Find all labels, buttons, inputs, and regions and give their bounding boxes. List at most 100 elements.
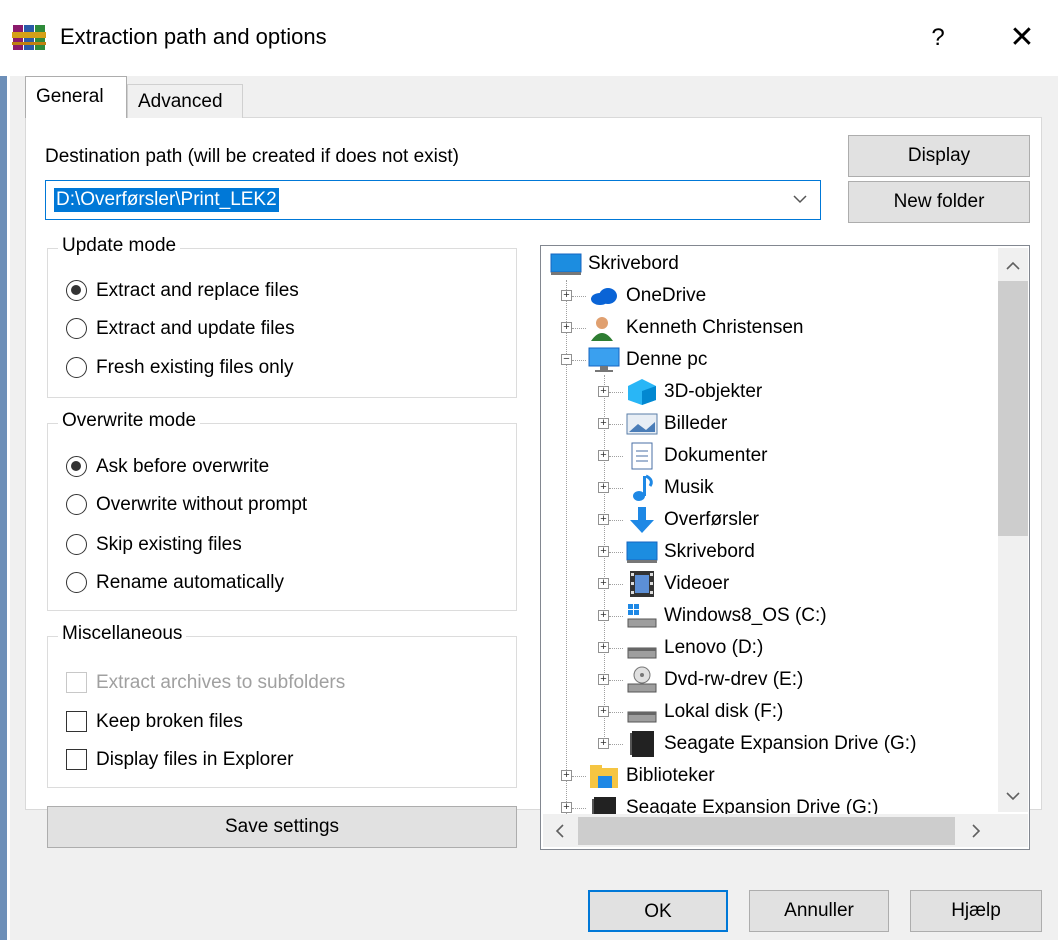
save-settings-button[interactable]: Save settings xyxy=(47,806,517,848)
tree-horizontal-scroll-thumb[interactable] xyxy=(578,817,955,845)
tree-node[interactable]: 3D-objekter xyxy=(626,376,762,408)
tree-line xyxy=(572,296,586,297)
expand-icon[interactable]: + xyxy=(561,322,572,333)
radio-label[interactable]: Skip existing files xyxy=(96,534,242,556)
tree-node-label[interactable]: Lenovo (D:) xyxy=(664,637,763,658)
radio-ask-before-overwrite[interactable] xyxy=(66,456,87,477)
tree-node-label[interactable]: Musik xyxy=(664,477,714,498)
radio-skip-existing[interactable] xyxy=(66,534,87,555)
tree-line xyxy=(609,488,623,489)
cancel-button[interactable]: Annuller xyxy=(749,890,889,932)
tree-node[interactable]: Skrivebord xyxy=(626,536,755,568)
tree-line xyxy=(609,424,623,425)
tree-node[interactable]: Seagate Expansion Drive (G:) xyxy=(626,728,916,760)
radio-label[interactable]: Fresh existing files only xyxy=(96,357,293,379)
tree-node-label[interactable]: Windows8_OS (C:) xyxy=(664,605,827,626)
tree-line xyxy=(609,744,623,745)
cube-icon xyxy=(626,378,658,406)
scroll-down-icon[interactable] xyxy=(998,784,1028,810)
radio-label[interactable]: Ask before overwrite xyxy=(96,456,269,478)
checkbox-label[interactable]: Keep broken files xyxy=(96,711,243,733)
help-icon[interactable]: ? xyxy=(918,18,958,58)
expand-icon[interactable]: + xyxy=(598,674,609,685)
radio-extract-replace[interactable] xyxy=(66,280,87,301)
checkbox-label[interactable]: Display files in Explorer xyxy=(96,749,293,771)
tree-node[interactable]: Dokumenter xyxy=(626,440,768,472)
radio-label[interactable]: Rename automatically xyxy=(96,572,284,594)
tree-node-label[interactable]: Overførsler xyxy=(664,509,759,530)
tree-line xyxy=(572,360,586,361)
tree-node-label[interactable]: Skrivebord xyxy=(664,541,755,562)
tab-advanced[interactable]: Advanced xyxy=(127,84,243,118)
tree-vertical-scroll-thumb[interactable] xyxy=(998,281,1028,536)
expand-icon[interactable]: + xyxy=(598,738,609,749)
destination-path-value[interactable]: D:\Overførsler\Print_LEK2 xyxy=(54,188,279,212)
checkbox-keep-broken[interactable] xyxy=(66,711,87,732)
scroll-right-icon[interactable] xyxy=(962,817,990,845)
expand-icon[interactable]: + xyxy=(598,610,609,621)
expand-icon[interactable]: + xyxy=(598,578,609,589)
tree-line xyxy=(609,680,623,681)
tree-node-label[interactable]: Videoer xyxy=(664,573,729,594)
tree-node-label[interactable]: Seagate Expansion Drive (G:) xyxy=(664,733,916,754)
tree-node-label[interactable]: Dokumenter xyxy=(664,445,768,466)
tree-node[interactable]: Musik xyxy=(626,472,714,504)
tree-node[interactable]: Seagate Expansion Drive (G:) xyxy=(588,792,878,814)
close-icon[interactable]: ✕ xyxy=(1000,18,1044,58)
expand-icon[interactable]: + xyxy=(561,802,572,813)
radio-label[interactable]: Overwrite without prompt xyxy=(96,494,307,516)
tree-node[interactable]: Dvd-rw-drev (E:) xyxy=(626,664,803,696)
tree-node-label[interactable]: Seagate Expansion Drive (G:) xyxy=(626,797,878,814)
scroll-left-icon[interactable] xyxy=(546,817,574,845)
new-folder-button[interactable]: New folder xyxy=(848,181,1030,223)
expand-icon[interactable]: + xyxy=(561,290,572,301)
collapse-icon[interactable]: − xyxy=(561,354,572,365)
tree-node-label[interactable]: Kenneth Christensen xyxy=(626,317,803,338)
tree-node-label[interactable]: 3D-objekter xyxy=(664,381,762,402)
tree-node-label[interactable]: Dvd-rw-drev (E:) xyxy=(664,669,803,690)
tree-line xyxy=(572,808,586,809)
ok-button[interactable]: OK xyxy=(588,890,728,932)
tree-line xyxy=(609,520,623,521)
tree-node[interactable]: Overførsler xyxy=(626,504,759,536)
tree-node-label[interactable]: Denne pc xyxy=(626,349,707,370)
tree-node[interactable]: Kenneth Christensen xyxy=(588,312,803,344)
tree-node[interactable]: Billeder xyxy=(626,408,727,440)
expand-icon[interactable]: + xyxy=(598,418,609,429)
tree-node[interactable]: OneDrive xyxy=(588,280,706,312)
help-button[interactable]: Hjælp xyxy=(910,890,1042,932)
expand-icon[interactable]: + xyxy=(598,706,609,717)
radio-fresh-existing[interactable] xyxy=(66,357,87,378)
tree-node-label[interactable]: Billeder xyxy=(664,413,727,434)
radio-label[interactable]: Extract and replace files xyxy=(96,280,299,302)
radio-label[interactable]: Extract and update files xyxy=(96,318,295,340)
expand-icon[interactable]: + xyxy=(598,450,609,461)
tree-node-label[interactable]: OneDrive xyxy=(626,285,706,306)
radio-extract-update[interactable] xyxy=(66,318,87,339)
checkbox-display-in-explorer[interactable] xyxy=(66,749,87,770)
chevron-down-icon[interactable] xyxy=(790,185,810,215)
tree-node-label[interactable]: Lokal disk (F:) xyxy=(664,701,783,722)
display-button[interactable]: Display xyxy=(848,135,1030,177)
tree-node[interactable]: Biblioteker xyxy=(588,760,715,792)
tree-node-label[interactable]: Biblioteker xyxy=(626,765,715,786)
tree-node[interactable]: Videoer xyxy=(626,568,729,600)
tree-node[interactable]: Lokal disk (F:) xyxy=(626,696,783,728)
radio-overwrite-without-prompt[interactable] xyxy=(66,494,87,515)
tree-node[interactable]: Lenovo (D:) xyxy=(626,632,763,664)
tree-node[interactable]: Denne pc xyxy=(588,344,707,376)
expand-icon[interactable]: + xyxy=(598,642,609,653)
expand-icon[interactable]: + xyxy=(561,770,572,781)
expand-icon[interactable]: + xyxy=(598,514,609,525)
drive-icon xyxy=(626,634,658,662)
tree-node-label[interactable]: Skrivebord xyxy=(588,253,679,274)
scroll-up-icon[interactable] xyxy=(998,252,1028,278)
expand-icon[interactable]: + xyxy=(598,386,609,397)
tab-general[interactable]: General xyxy=(25,76,127,118)
tree-node[interactable]: Windows8_OS (C:) xyxy=(626,600,827,632)
tree-node[interactable]: Skrivebord xyxy=(550,248,679,280)
radio-rename-automatically[interactable] xyxy=(66,572,87,593)
expand-icon[interactable]: + xyxy=(598,546,609,557)
expand-icon[interactable]: + xyxy=(598,482,609,493)
destination-path-combobox[interactable]: D:\Overførsler\Print_LEK2 xyxy=(45,180,821,220)
